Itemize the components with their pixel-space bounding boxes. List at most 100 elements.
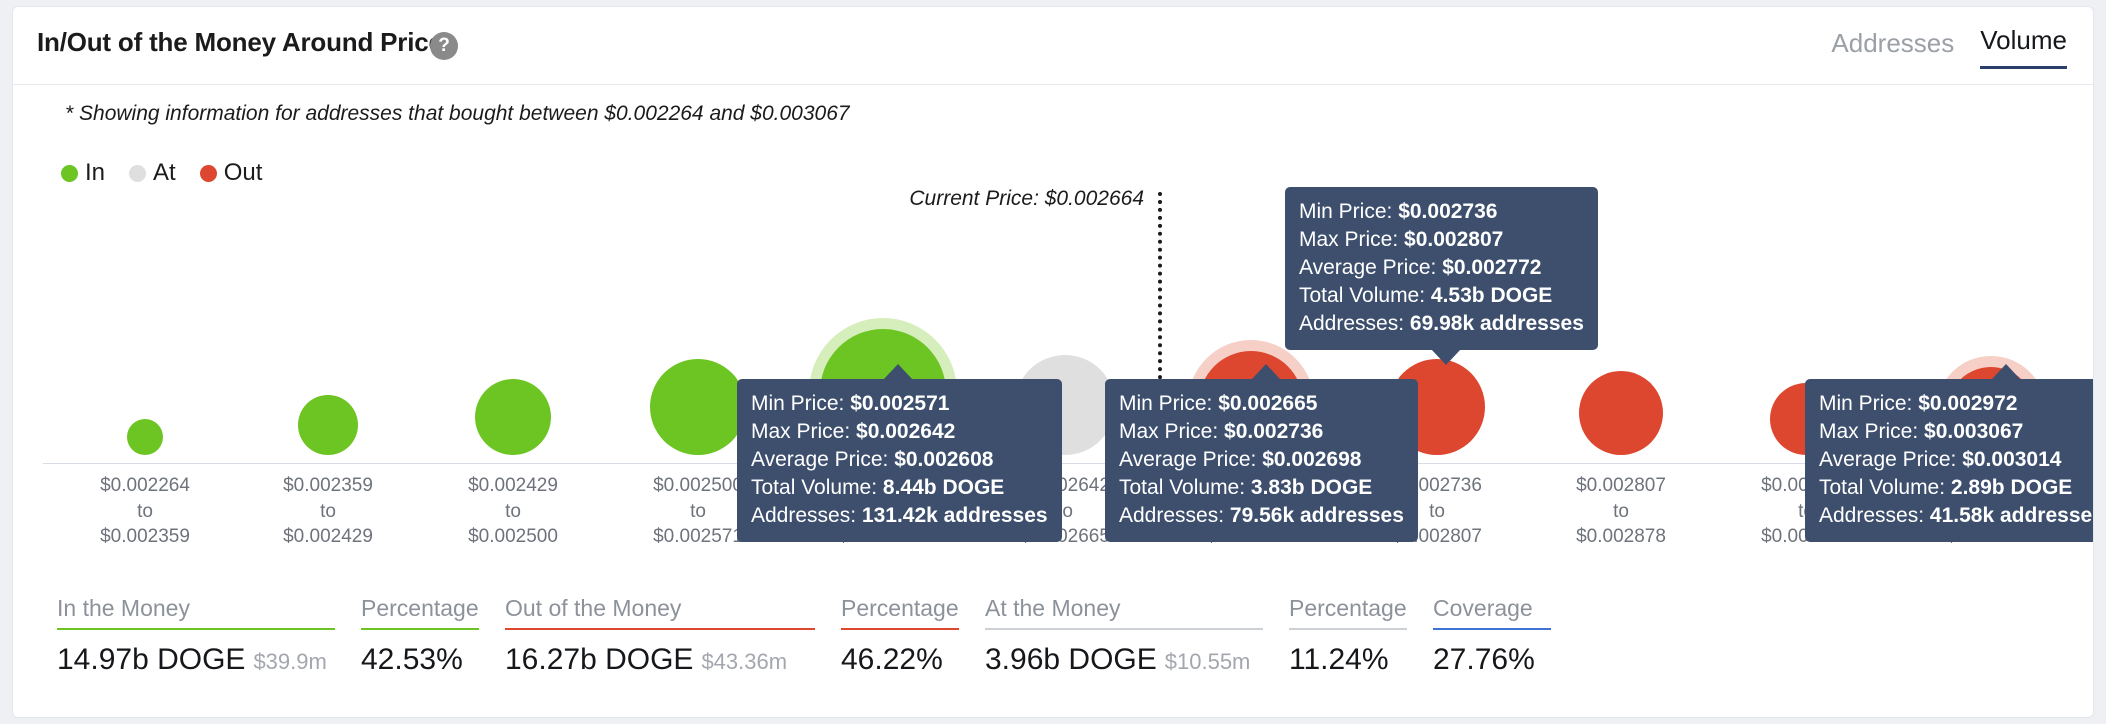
tooltip-min-price: Min Price: $0.002665 bbox=[1119, 390, 1404, 418]
filter-note: * Showing information for addresses that… bbox=[65, 102, 850, 126]
card-header: In/Out of the Money Around Price ? Addre… bbox=[13, 7, 2093, 85]
tooltip-max-price-label: Max Price: bbox=[1299, 228, 1398, 251]
stat-value-row: 27.76% bbox=[1433, 643, 1551, 677]
stat-value: 14.97b DOGE bbox=[57, 643, 245, 676]
stat-percentage-1: Percentage 42.53% bbox=[361, 595, 479, 677]
bubble-in-2[interactable] bbox=[298, 395, 358, 455]
tooltip-total-volume-value: 8.44b DOGE bbox=[883, 476, 1004, 499]
x-axis-tick-label: $0.002264to$0.002359 bbox=[100, 473, 190, 550]
tick-range-start: $0.002807 bbox=[1576, 473, 1666, 499]
stat-underline bbox=[1433, 628, 1551, 630]
tooltip-addresses: Addresses: 131.42k addresses bbox=[751, 502, 1048, 530]
tooltip-average-price-value: $0.002772 bbox=[1442, 256, 1541, 279]
tick-range-separator: to bbox=[283, 499, 373, 525]
tick-range-separator: to bbox=[653, 499, 743, 525]
tooltip-total-volume: Total Volume: 3.83b DOGE bbox=[1119, 474, 1404, 502]
bubble-in-3[interactable] bbox=[475, 379, 551, 455]
summary-stats: In the Money14.97b DOGE$39.9mPercentage4… bbox=[13, 595, 2093, 705]
stat-label: In the Money bbox=[57, 595, 335, 628]
stat-value: 46.22% bbox=[841, 643, 943, 676]
tooltip-average-price: Average Price: $0.002772 bbox=[1299, 254, 1584, 282]
tooltip-max-price-value: $0.002642 bbox=[856, 420, 955, 443]
tooltip-addresses-value: 131.42k addresses bbox=[862, 504, 1048, 527]
stat-coverage-6: Coverage 27.76% bbox=[1433, 595, 1551, 677]
stat-value-row: 46.22% bbox=[841, 643, 959, 677]
tooltip-addresses-value: 79.56k addresses bbox=[1230, 504, 1404, 527]
tab-bar: Addresses Volume bbox=[1831, 25, 2067, 69]
tooltip-min-price-label: Min Price: bbox=[1119, 392, 1212, 415]
tooltip-max-price-value: $0.002736 bbox=[1224, 420, 1323, 443]
tooltip-addresses-label: Addresses: bbox=[1299, 312, 1404, 335]
stat-underline bbox=[57, 628, 335, 630]
tick-range-start: $0.002429 bbox=[468, 473, 558, 499]
tooltip-average-price: Average Price: $0.002698 bbox=[1119, 446, 1404, 474]
tooltip-min-price-label: Min Price: bbox=[1819, 392, 1912, 415]
legend-dot-at-icon bbox=[129, 165, 146, 182]
tick-range-separator: to bbox=[468, 499, 558, 525]
stat-value-row: 3.96b DOGE$10.55m bbox=[985, 643, 1263, 677]
help-icon[interactable]: ? bbox=[430, 32, 458, 60]
x-axis-tick-label: $0.002429to$0.002500 bbox=[468, 473, 558, 550]
legend-label: In bbox=[85, 159, 105, 187]
tooltip-min-price-value: $0.002571 bbox=[850, 392, 949, 415]
tick-range-separator: to bbox=[100, 499, 190, 525]
tooltip-average-price-value: $0.002698 bbox=[1262, 448, 1361, 471]
tooltip-total-volume-label: Total Volume: bbox=[1819, 476, 1945, 499]
tooltip-max-price-label: Max Price: bbox=[751, 420, 850, 443]
stat-out-of-the-money-2: Out of the Money16.27b DOGE$43.36m bbox=[505, 595, 815, 677]
tab-addresses[interactable]: Addresses bbox=[1831, 28, 1954, 69]
tooltip-addresses-label: Addresses: bbox=[1819, 504, 1924, 527]
tooltip-max-price-value: $0.003067 bbox=[1924, 420, 2023, 443]
tooltip-total-volume: Total Volume: 2.89b DOGE bbox=[1819, 474, 2094, 502]
chart-legend: In At Out bbox=[61, 159, 278, 187]
tooltip-arrow-icon bbox=[1251, 364, 1281, 380]
bubble-in-1[interactable] bbox=[127, 419, 163, 455]
screenshot-root: In/Out of the Money Around Price ? Addre… bbox=[0, 0, 2106, 724]
tooltip-bucket-11: Min Price: $0.002972 Max Price: $0.003067… bbox=[1805, 379, 2094, 542]
legend-item-out[interactable]: Out bbox=[200, 159, 263, 187]
tooltip-average-price-value: $0.003014 bbox=[1962, 448, 2061, 471]
tooltip-addresses-label: Addresses: bbox=[1119, 504, 1224, 527]
stat-percentage-3: Percentage46.22% bbox=[841, 595, 959, 677]
tooltip-total-volume-value: 3.83b DOGE bbox=[1251, 476, 1372, 499]
stat-value-row: 16.27b DOGE$43.36m bbox=[505, 643, 815, 677]
in-out-of-money-card: In/Out of the Money Around Price ? Addre… bbox=[12, 6, 2094, 718]
stat-value-row: 42.53% bbox=[361, 643, 479, 677]
tab-volume[interactable]: Volume bbox=[1980, 25, 2067, 69]
stat-label: Percentage bbox=[361, 595, 479, 628]
bubble-in-4[interactable] bbox=[650, 359, 746, 455]
tooltip-total-volume-value: 2.89b DOGE bbox=[1951, 476, 2072, 499]
tooltip-addresses-value: 41.58k addresses bbox=[1930, 504, 2094, 527]
stat-percentage-5: Percentage11.24% bbox=[1289, 595, 1407, 677]
tooltip-min-price-value: $0.002972 bbox=[1918, 392, 2017, 415]
tooltip-min-price: Min Price: $0.002571 bbox=[751, 390, 1048, 418]
bubble-out-9[interactable] bbox=[1579, 371, 1663, 455]
tick-range-end: $0.002500 bbox=[468, 524, 558, 550]
stat-label: Percentage bbox=[1289, 595, 1407, 628]
legend-item-in[interactable]: In bbox=[61, 159, 105, 187]
legend-label: At bbox=[153, 159, 176, 187]
tooltip-average-price-value: $0.002608 bbox=[894, 448, 993, 471]
stat-label: Coverage bbox=[1433, 595, 1551, 628]
tick-range-end: $0.002571 bbox=[653, 524, 743, 550]
tooltip-bucket-5: Min Price: $0.002571Max Price: $0.002642… bbox=[737, 379, 1062, 542]
tooltip-total-volume: Total Volume: 8.44b DOGE bbox=[751, 474, 1048, 502]
stat-value: 27.76% bbox=[1433, 643, 1535, 676]
stat-label: At the Money bbox=[985, 595, 1263, 628]
tooltip-min-price: Min Price: $0.002736 bbox=[1299, 198, 1584, 226]
tick-range-end: $0.002878 bbox=[1576, 524, 1666, 550]
tooltip-total-volume-label: Total Volume: bbox=[1119, 476, 1245, 499]
tooltip-addresses-label: Addresses: bbox=[751, 504, 856, 527]
stat-value: 16.27b DOGE bbox=[505, 643, 693, 676]
tooltip-max-price: Max Price: $0.003067 bbox=[1819, 418, 2094, 446]
tooltip-min-price-label: Min Price: bbox=[751, 392, 844, 415]
legend-item-at[interactable]: At bbox=[129, 159, 176, 187]
x-axis-tick-label: $0.002807to$0.002878 bbox=[1576, 473, 1666, 550]
tooltip-arrow-icon bbox=[1431, 349, 1461, 365]
tooltip-addresses: Addresses: 69.98k addresses bbox=[1299, 310, 1584, 338]
stat-underline bbox=[985, 628, 1263, 630]
tooltip-max-price: Max Price: $0.002736 bbox=[1119, 418, 1404, 446]
stat-value-row: 14.97b DOGE$39.9m bbox=[57, 643, 335, 677]
tooltip-max-price-value: $0.002807 bbox=[1404, 228, 1503, 251]
tooltip-min-price-value: $0.002736 bbox=[1398, 200, 1497, 223]
